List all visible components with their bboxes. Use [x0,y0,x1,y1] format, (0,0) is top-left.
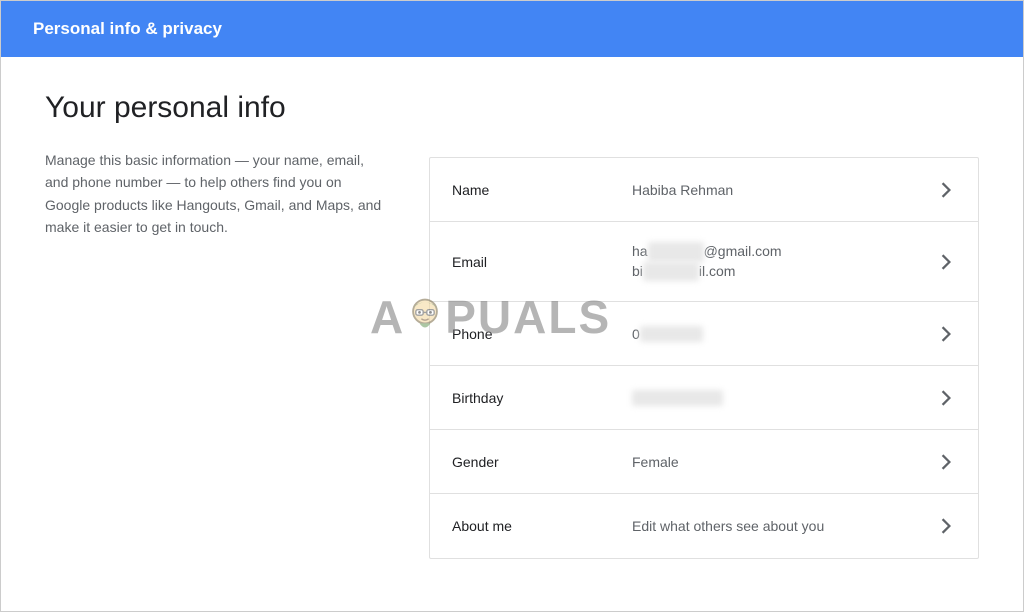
row-label: Email [452,254,632,270]
row-value: xxxxxxxxxxxxx [632,390,936,406]
row-about-me[interactable]: About me Edit what others see about you [430,494,978,558]
chevron-right-icon [936,254,956,270]
row-value: 0xxxxxxxxx [632,326,936,342]
row-name[interactable]: Name Habiba Rehman [430,158,978,222]
header-bar: Personal info & privacy [1,1,1023,57]
row-birthday[interactable]: Birthday xxxxxxxxxxxxx [430,366,978,430]
row-label: Birthday [452,390,632,406]
chevron-right-icon [936,518,956,534]
row-gender[interactable]: Gender Female [430,430,978,494]
page-title: Your personal info [45,91,405,125]
header-title: Personal info & privacy [33,19,222,38]
row-value: haxxxxxxxx@gmail.com bixxxxxxxxil.com [632,242,936,281]
chevron-right-icon [936,326,956,342]
personal-info-card: Name Habiba Rehman Email haxxxxxxxx@gmai… [429,157,979,559]
row-email[interactable]: Email haxxxxxxxx@gmail.com bixxxxxxxxil.… [430,222,978,302]
row-label: Phone [452,326,632,342]
chevron-right-icon [936,454,956,470]
row-label: Name [452,182,632,198]
row-label: Gender [452,454,632,470]
chevron-right-icon [936,182,956,198]
row-value: Female [632,454,936,470]
page-description: Manage this basic information — your nam… [45,149,385,239]
chevron-right-icon [936,390,956,406]
row-phone[interactable]: Phone 0xxxxxxxxx [430,302,978,366]
row-value: Habiba Rehman [632,182,936,198]
row-label: About me [452,518,632,534]
row-value: Edit what others see about you [632,518,936,534]
